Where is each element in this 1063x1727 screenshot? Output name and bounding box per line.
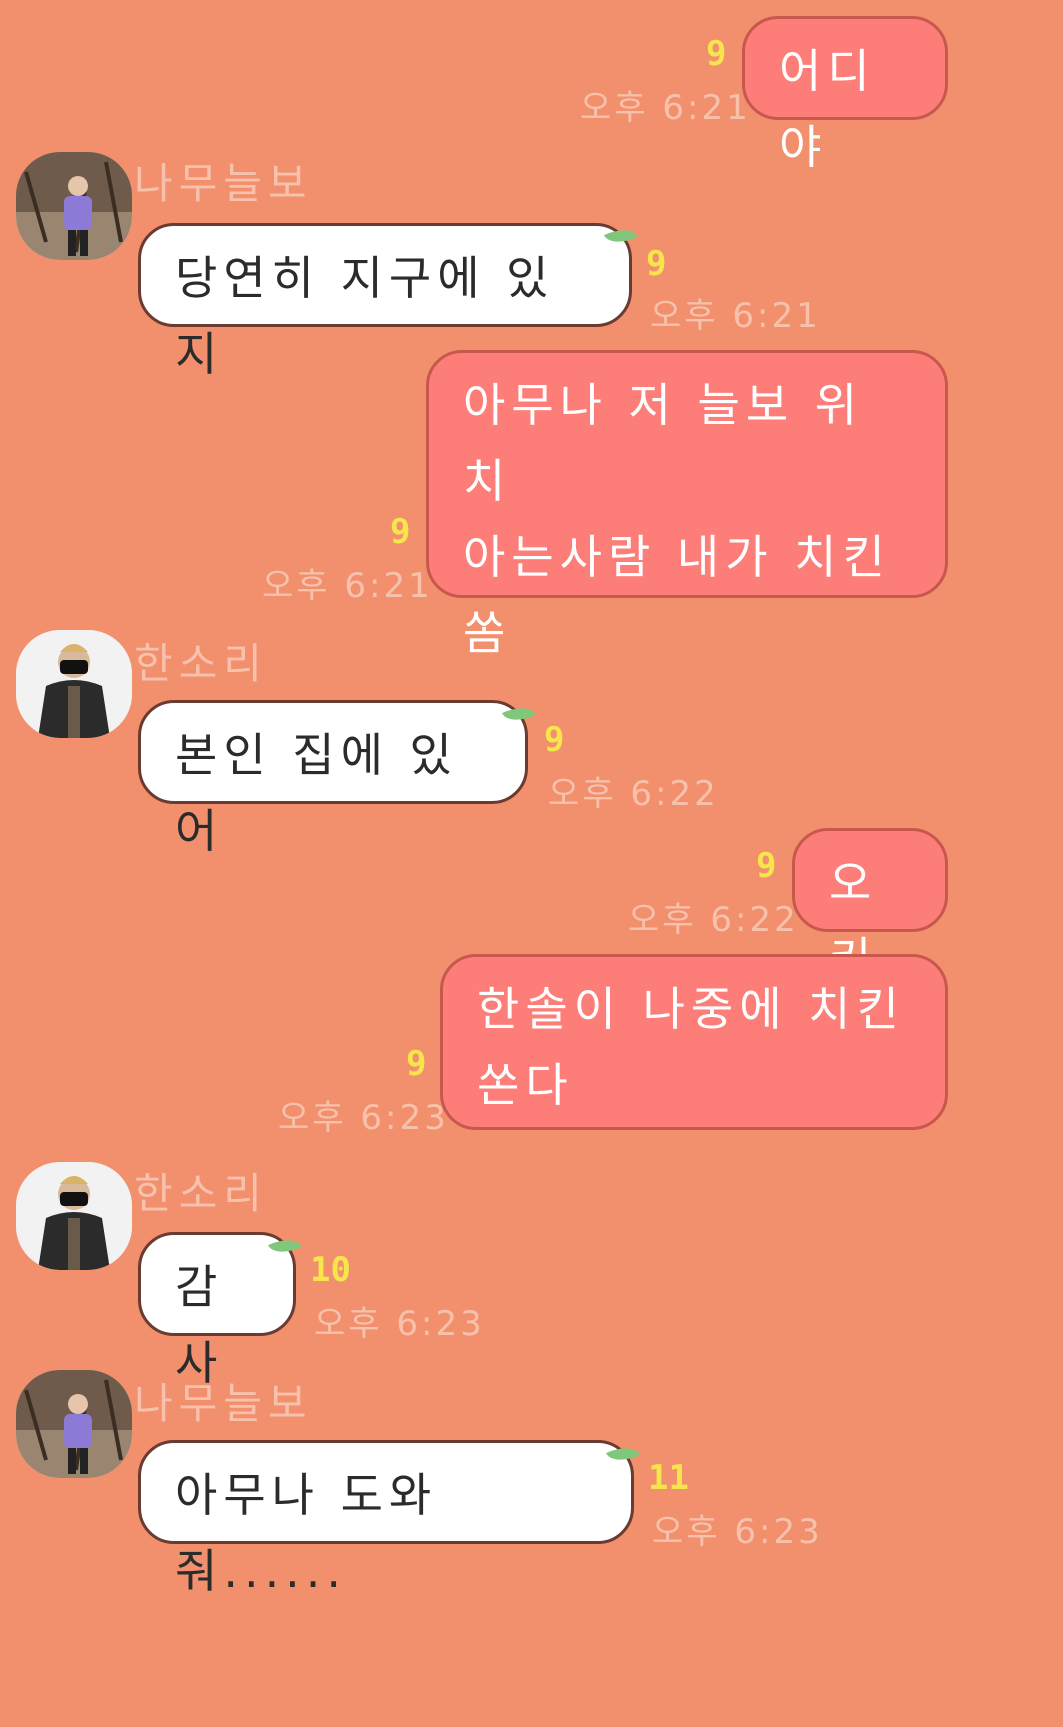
message-bubble-them[interactable]: 아무나 도와줘......	[138, 1440, 634, 1598]
unread-count: 9	[706, 34, 727, 74]
sender-name: 한소리	[134, 639, 268, 688]
message-time: 오후 6:23	[314, 1304, 485, 1344]
avatar-namu-icon[interactable]	[16, 1370, 132, 1478]
sender-name: 나무늘보	[134, 1379, 313, 1428]
message-bubble-me[interactable]: 오키	[792, 828, 948, 986]
avatar-namu-icon[interactable]	[16, 152, 132, 260]
message-time: 오후 6:21	[650, 296, 821, 336]
sender-name: 한소리	[134, 1169, 268, 1218]
message-time: 오후 6:21	[262, 566, 433, 606]
unread-count: 10	[310, 1250, 351, 1290]
unread-count: 9	[646, 244, 667, 284]
message-bubble-me[interactable]: 한솔이 나중에 치킨 쏜다	[440, 954, 948, 1130]
message-time: 오후 6:22	[628, 900, 799, 940]
sender-name: 나무늘보	[134, 159, 313, 208]
message-bubble-them[interactable]: 본인 집에 있어	[138, 700, 528, 858]
message-bubble-me[interactable]: 어디야	[742, 16, 948, 174]
message-time: 오후 6:22	[548, 774, 719, 814]
avatar-hansori-icon[interactable]	[16, 1162, 132, 1270]
unread-count: 9	[406, 1044, 427, 1084]
message-time: 오후 6:23	[278, 1098, 449, 1138]
unread-count: 9	[756, 846, 777, 886]
unread-count: 9	[544, 720, 565, 760]
unread-count: 9	[390, 512, 411, 552]
message-bubble-me[interactable]: 아무나 저 늘보 위치 아는사람 내가 치킨 쏨	[426, 350, 948, 660]
unread-count: 11	[648, 1458, 689, 1498]
message-time: 오후 6:23	[652, 1512, 823, 1552]
avatar-hansori-icon[interactable]	[16, 630, 132, 738]
message-bubble-them[interactable]: 당연히 지구에 있지	[138, 223, 632, 381]
message-time: 오후 6:21	[580, 88, 751, 128]
